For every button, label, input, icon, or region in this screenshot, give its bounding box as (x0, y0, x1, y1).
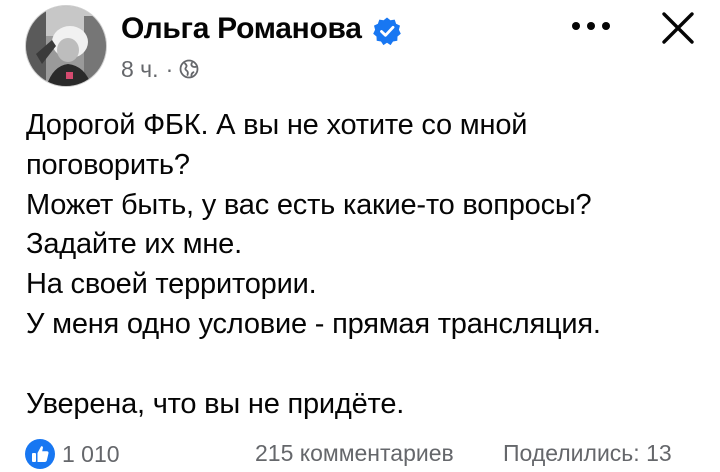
post-line: У меня одно условие - прямая трансляция. (26, 307, 601, 340)
post-line: Может быть, у вас есть какие-то вопросы? (26, 188, 592, 221)
post-line: поговорить? (26, 148, 190, 181)
shares-count[interactable]: Поделились: 13 (503, 440, 672, 467)
like-icon (25, 439, 55, 469)
more-options-button[interactable] (568, 12, 614, 40)
reactions-summary[interactable]: 1 010 (24, 438, 120, 470)
post-line: Задайте их мне. (26, 228, 242, 261)
avatar[interactable] (25, 5, 107, 87)
post-timestamp[interactable]: 8 ч. (121, 56, 159, 83)
close-button[interactable] (656, 6, 700, 50)
close-icon (662, 12, 694, 44)
verified-badge-icon (373, 17, 401, 46)
globe-icon (179, 59, 199, 79)
avatar-photo (26, 6, 106, 86)
reaction-count: 1 010 (62, 440, 120, 467)
comments-count[interactable]: 215 комментариев (255, 440, 454, 467)
post-line: Дорогой ФБК. А вы не хотите со мной (26, 109, 528, 141)
post-line: Уверена, что вы не придёте. (26, 387, 405, 420)
meta-separator: · (165, 55, 174, 82)
post-line: На своей территории. (26, 268, 317, 301)
post-text: Дорогой ФБК. А вы не хотите со мной пого… (26, 106, 706, 424)
post-meta: 8 ч. · (121, 55, 199, 83)
author-name[interactable]: Ольга Романова (121, 12, 362, 46)
more-options-icon (572, 22, 610, 30)
